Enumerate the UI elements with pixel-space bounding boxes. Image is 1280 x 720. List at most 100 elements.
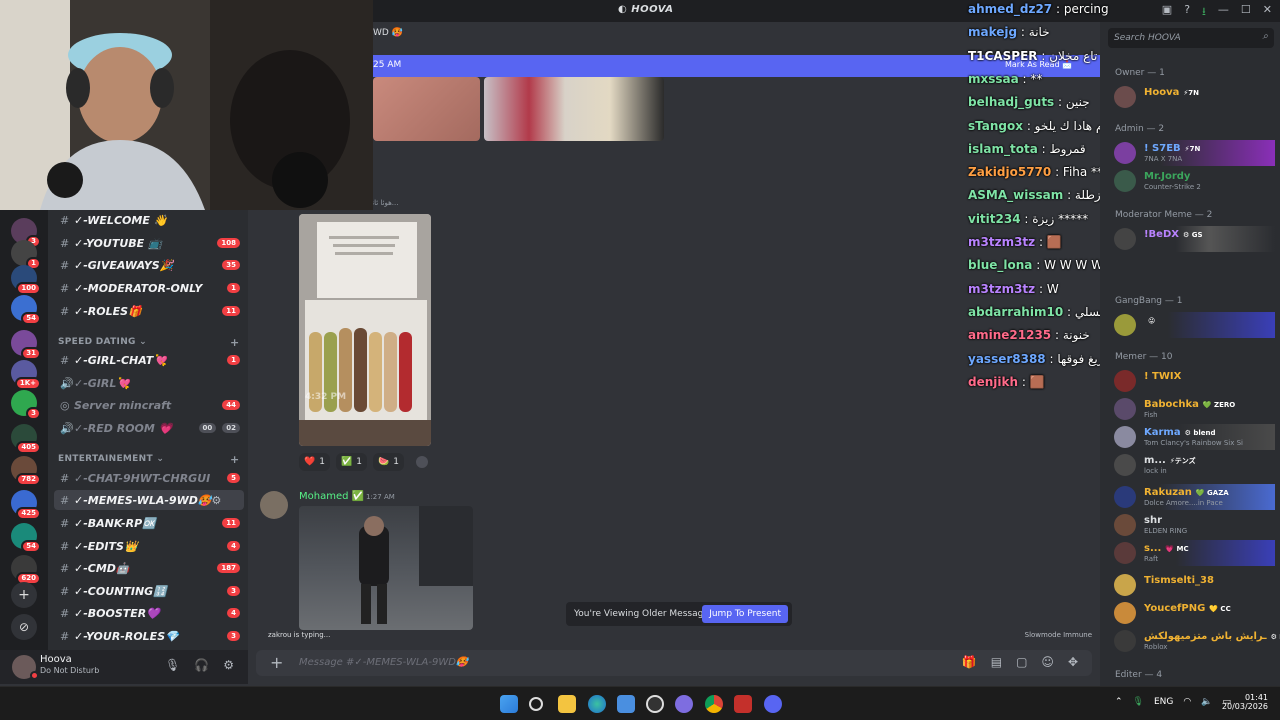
member-tag: 💛 CC: [1209, 605, 1231, 613]
category-header[interactable]: ENTERTAINEMENT ⌄ +: [58, 453, 239, 466]
server-icon[interactable]: 54: [11, 295, 41, 325]
category-header[interactable]: SPEED DATING ⌄ +: [58, 336, 239, 349]
wifi-icon[interactable]: ◠: [1183, 697, 1191, 707]
channel-item[interactable]: # ✓-CHAT-9HWT-CHRGUI 5: [54, 468, 244, 488]
headphones-icon[interactable]: 🎧: [194, 658, 209, 672]
add-channel-icon[interactable]: +: [230, 453, 240, 466]
message-author[interactable]: Mohamed ✅: [299, 491, 364, 502]
channel-item[interactable]: # ✓-YOUR-ROLES💎 3: [54, 626, 244, 646]
member-item[interactable]: ! S7EB ⚡7N 7NA X 7NA: [1110, 140, 1275, 166]
message-input[interactable]: Message #✓-MEMES-WLA-9WD🥵: [299, 657, 468, 668]
member-item[interactable]: Babochka 💚 ZERO Fish: [1110, 396, 1275, 422]
file-explorer-icon[interactable]: [558, 695, 576, 713]
attachment-image-top-left[interactable]: [373, 77, 480, 141]
maximize-button[interactable]: ☐: [1241, 3, 1251, 22]
channel-item[interactable]: # ✓-MEMES-WLA-9WD🥵 ⚙: [54, 490, 244, 510]
channel-item[interactable]: # ✓-MODERATOR-ONLY 1: [54, 278, 244, 298]
member-item[interactable]: m... ⚡テンズ lock in: [1110, 452, 1275, 478]
inbox-icon[interactable]: ▣: [1162, 3, 1172, 22]
reaction-heart[interactable]: ❤️ 1: [299, 453, 330, 471]
reaction-check[interactable]: ✅ 1: [336, 453, 367, 471]
server-icon[interactable]: 100: [11, 265, 41, 295]
sticker-icon[interactable]: ▢: [1016, 655, 1027, 669]
gift-icon[interactable]: 🎁: [962, 655, 977, 669]
youtube-app-icon[interactable]: [734, 695, 752, 713]
member-item[interactable]: Tismselti_38: [1110, 572, 1275, 598]
overlay-chat-separator: :: [1035, 281, 1047, 296]
member-item[interactable]: shr ELDEN RING: [1110, 512, 1275, 538]
channel-item[interactable]: # ✓-COUNTING🔢 3: [54, 581, 244, 601]
attachment-image-stairs[interactable]: [299, 506, 473, 630]
member-item[interactable]: Karma ⚙ blend Tom Clancy's Rainbow Six Si: [1110, 424, 1275, 450]
channel-item[interactable]: 🔊 ✓-GIRL💘: [54, 373, 244, 393]
discord-icon[interactable]: [764, 695, 782, 713]
reaction-watermelon[interactable]: 🍉 1: [373, 453, 404, 471]
chevron-up-icon[interactable]: ⌃: [1115, 697, 1123, 707]
invite-icon[interactable]: ⚙: [212, 494, 222, 507]
start-icon[interactable]: [500, 695, 518, 713]
avatar[interactable]: [260, 491, 288, 519]
language-indicator[interactable]: ENG: [1154, 697, 1173, 707]
channel-item[interactable]: 🔊 ✓-RED ROOM 💗 00 02: [54, 418, 244, 438]
server-icon[interactable]: 1: [11, 240, 41, 270]
server-icon[interactable]: 3: [11, 390, 41, 420]
channel-item[interactable]: # ✓-GIRL-CHAT💘 1: [54, 350, 244, 370]
microphone-icon[interactable]: 🎙: [165, 658, 180, 672]
obs-icon[interactable]: [646, 695, 664, 713]
member-item[interactable]: ـرايش باش متزميهولكش⚙ EGORoblox: [1110, 628, 1280, 654]
attachment-image-eclairs[interactable]: 4:32 PM: [299, 214, 431, 446]
gif-icon[interactable]: ▤: [991, 655, 1002, 669]
channel-item[interactable]: # ✓-BANK-RP🆗 11: [54, 513, 244, 533]
clock[interactable]: 01:41 20/03/2026: [1222, 693, 1268, 711]
channel-item[interactable]: # ✓-GIVEAWAYS🎉 35: [54, 255, 244, 275]
add-reaction-icon[interactable]: [416, 456, 428, 468]
jump-to-present-button[interactable]: Jump To Present: [702, 605, 788, 623]
channel-item[interactable]: # ✓-ROLES🎁 11: [54, 301, 244, 321]
channel-item[interactable]: ◎ Server mincraft 44: [54, 395, 244, 415]
channel-item[interactable]: # ✓-BOOSTER💜 4: [54, 603, 244, 623]
microphone-icon[interactable]: 🎙: [1133, 697, 1144, 707]
close-button[interactable]: ✕: [1263, 3, 1272, 22]
store-icon[interactable]: [617, 695, 635, 713]
minimize-button[interactable]: —: [1218, 3, 1229, 22]
member-item[interactable]: Rakuzan 💚 GAZA Dolce Amore....in Pace: [1110, 484, 1275, 510]
member-tag: ⚡テンズ: [1169, 457, 1196, 465]
channel-item[interactable]: # ✓-CMD🤖 187: [54, 558, 244, 578]
member-item[interactable]: YoucefPNG 💛 CC: [1110, 600, 1275, 626]
server-icon[interactable]: 425: [11, 490, 41, 520]
add-attachment-icon[interactable]: +: [270, 653, 283, 672]
explore-servers-icon[interactable]: ⊘: [11, 614, 37, 640]
member-item[interactable]: Hoova ⚡7N: [1110, 84, 1275, 110]
member-item[interactable]: !BeDX ⚙ GS: [1110, 226, 1275, 252]
edge-icon[interactable]: [588, 695, 606, 713]
member-search-input[interactable]: Search HOOVA ⌕: [1108, 28, 1274, 48]
volume-icon[interactable]: 🔈: [1201, 697, 1212, 707]
add-server-icon[interactable]: +: [11, 582, 37, 608]
member-item[interactable]: s... 💗 MC Raft: [1110, 540, 1275, 566]
channel-item[interactable]: # ✓-EDITS👑 4: [54, 536, 244, 556]
server-icon[interactable]: 1K+: [11, 360, 41, 390]
server-icon[interactable]: 782: [11, 456, 41, 486]
emoji-icon[interactable]: ☺: [1041, 655, 1054, 669]
discord-ptb-icon[interactable]: [675, 695, 693, 713]
channel-item[interactable]: # ✓-YOUTUBE 📺 108: [54, 233, 244, 253]
overlay-chat-user: denjikh: [968, 374, 1019, 389]
channel-item[interactable]: # ✓-WELCOME 👋: [54, 210, 244, 230]
add-channel-icon[interactable]: +: [230, 336, 240, 349]
attachment-image-top-right[interactable]: [484, 77, 664, 141]
server-icon[interactable]: 54: [11, 523, 41, 553]
stairs-illustration: [359, 506, 473, 624]
download-icon[interactable]: ⭳: [1202, 3, 1206, 22]
member-item[interactable]: 😜: [1110, 312, 1275, 338]
help-icon[interactable]: ?: [1184, 3, 1190, 22]
server-icon[interactable]: 405: [11, 424, 41, 454]
member-item[interactable]: Mr.Jordy Counter-Strike 2: [1110, 168, 1275, 194]
settings-gear-icon[interactable]: ⚙: [223, 658, 234, 672]
search-icon[interactable]: [529, 697, 543, 711]
unread-count-badge: 44: [222, 400, 240, 410]
member-item[interactable]: ! TWIX: [1110, 368, 1275, 394]
server-icon[interactable]: 620: [11, 555, 41, 585]
chrome-icon[interactable]: [705, 695, 723, 713]
server-icon[interactable]: 31: [11, 330, 41, 360]
apps-icon[interactable]: ✥: [1068, 655, 1078, 669]
